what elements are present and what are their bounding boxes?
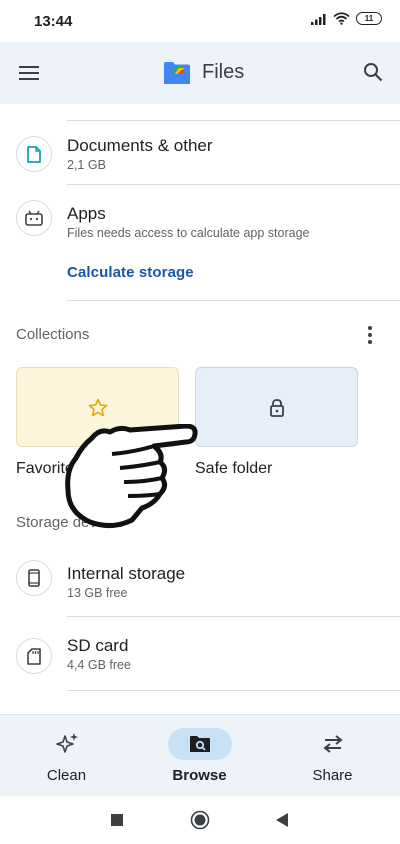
sd-card-icon-wrap — [16, 638, 52, 674]
list-item-internal-storage[interactable]: Internal storage 13 GB free — [0, 540, 400, 612]
sparkle-icon — [55, 733, 78, 753]
divider — [67, 616, 400, 617]
divider — [67, 120, 400, 121]
list-item-documents[interactable]: Documents & other 2,1 GB — [0, 122, 400, 184]
sd-card-icon — [27, 647, 41, 665]
nav-share[interactable]: Share — [266, 715, 399, 797]
home-button[interactable] — [190, 810, 210, 830]
search-icon — [364, 63, 383, 82]
square-icon — [111, 814, 123, 826]
system-navigation-bar — [0, 796, 400, 844]
nav-browse-label: Browse — [172, 767, 227, 784]
status-time: 13:44 — [34, 13, 73, 30]
list-item-subtitle: 13 GB free — [67, 586, 128, 600]
recents-button[interactable] — [107, 810, 127, 830]
menu-button[interactable] — [16, 60, 42, 86]
phone-icon — [28, 569, 40, 587]
safe-folder-tile[interactable] — [195, 367, 358, 447]
search-button[interactable] — [360, 59, 386, 85]
document-icon-wrap — [16, 136, 52, 172]
list-item-title: Apps — [67, 204, 106, 223]
nav-clean[interactable]: Clean — [0, 715, 133, 797]
divider — [67, 690, 400, 691]
browse-icon — [189, 736, 210, 752]
list-item-subtitle: Files needs access to calculate app stor… — [67, 226, 310, 240]
hamburger-icon — [19, 66, 39, 80]
signal-icon — [311, 13, 326, 25]
browse-content[interactable]: Documents & other 2,1 GB Apps Files need… — [0, 104, 400, 714]
more-vert-icon — [368, 326, 372, 344]
nav-share-pill — [301, 728, 365, 760]
list-item-subtitle: 4,4 GB free — [67, 658, 131, 672]
android-icon-wrap — [16, 200, 52, 236]
home-circle-icon — [190, 810, 210, 830]
list-item-title: SD card — [67, 636, 129, 655]
nav-share-label: Share — [312, 767, 353, 784]
wifi-icon — [333, 12, 350, 25]
lock-icon — [269, 398, 284, 417]
status-icons: 11 — [311, 12, 382, 25]
battery-icon: 11 — [356, 12, 382, 25]
app-title: Files — [202, 61, 245, 83]
android-icon — [25, 210, 43, 226]
nav-clean-label: Clean — [46, 767, 87, 784]
nav-clean-pill — [35, 728, 99, 760]
document-icon — [27, 145, 41, 163]
collections-heading: Collections — [16, 326, 90, 343]
calculate-storage-link[interactable]: Calculate storage — [67, 264, 194, 281]
app-bar: Files — [0, 42, 400, 104]
swap-arrows-icon — [322, 735, 343, 753]
status-bar: 13:44 11 — [0, 0, 400, 42]
divider — [67, 184, 400, 185]
list-item-apps[interactable]: Apps Files needs access to calculate app… — [0, 186, 400, 292]
back-button[interactable] — [272, 810, 292, 830]
list-item-title: Documents & other — [67, 136, 213, 155]
nav-browse-pill — [167, 728, 232, 760]
divider — [67, 300, 400, 301]
pointing-hand-icon — [65, 424, 198, 528]
list-item-title: Internal storage — [67, 564, 186, 583]
bottom-navigation: Clean Browse Share — [0, 714, 400, 796]
nav-browse[interactable]: Browse — [133, 715, 266, 797]
safe-folder-label: Safe folder — [195, 460, 273, 477]
back-triangle-icon — [276, 813, 288, 827]
list-item-sd-card[interactable]: SD card 4,4 GB free — [0, 618, 400, 690]
collections-more-button[interactable] — [360, 323, 380, 347]
files-logo-icon — [164, 62, 190, 84]
star-icon — [88, 398, 107, 416]
list-item-subtitle: 2,1 GB — [67, 158, 106, 172]
phone-icon-wrap — [16, 560, 52, 596]
